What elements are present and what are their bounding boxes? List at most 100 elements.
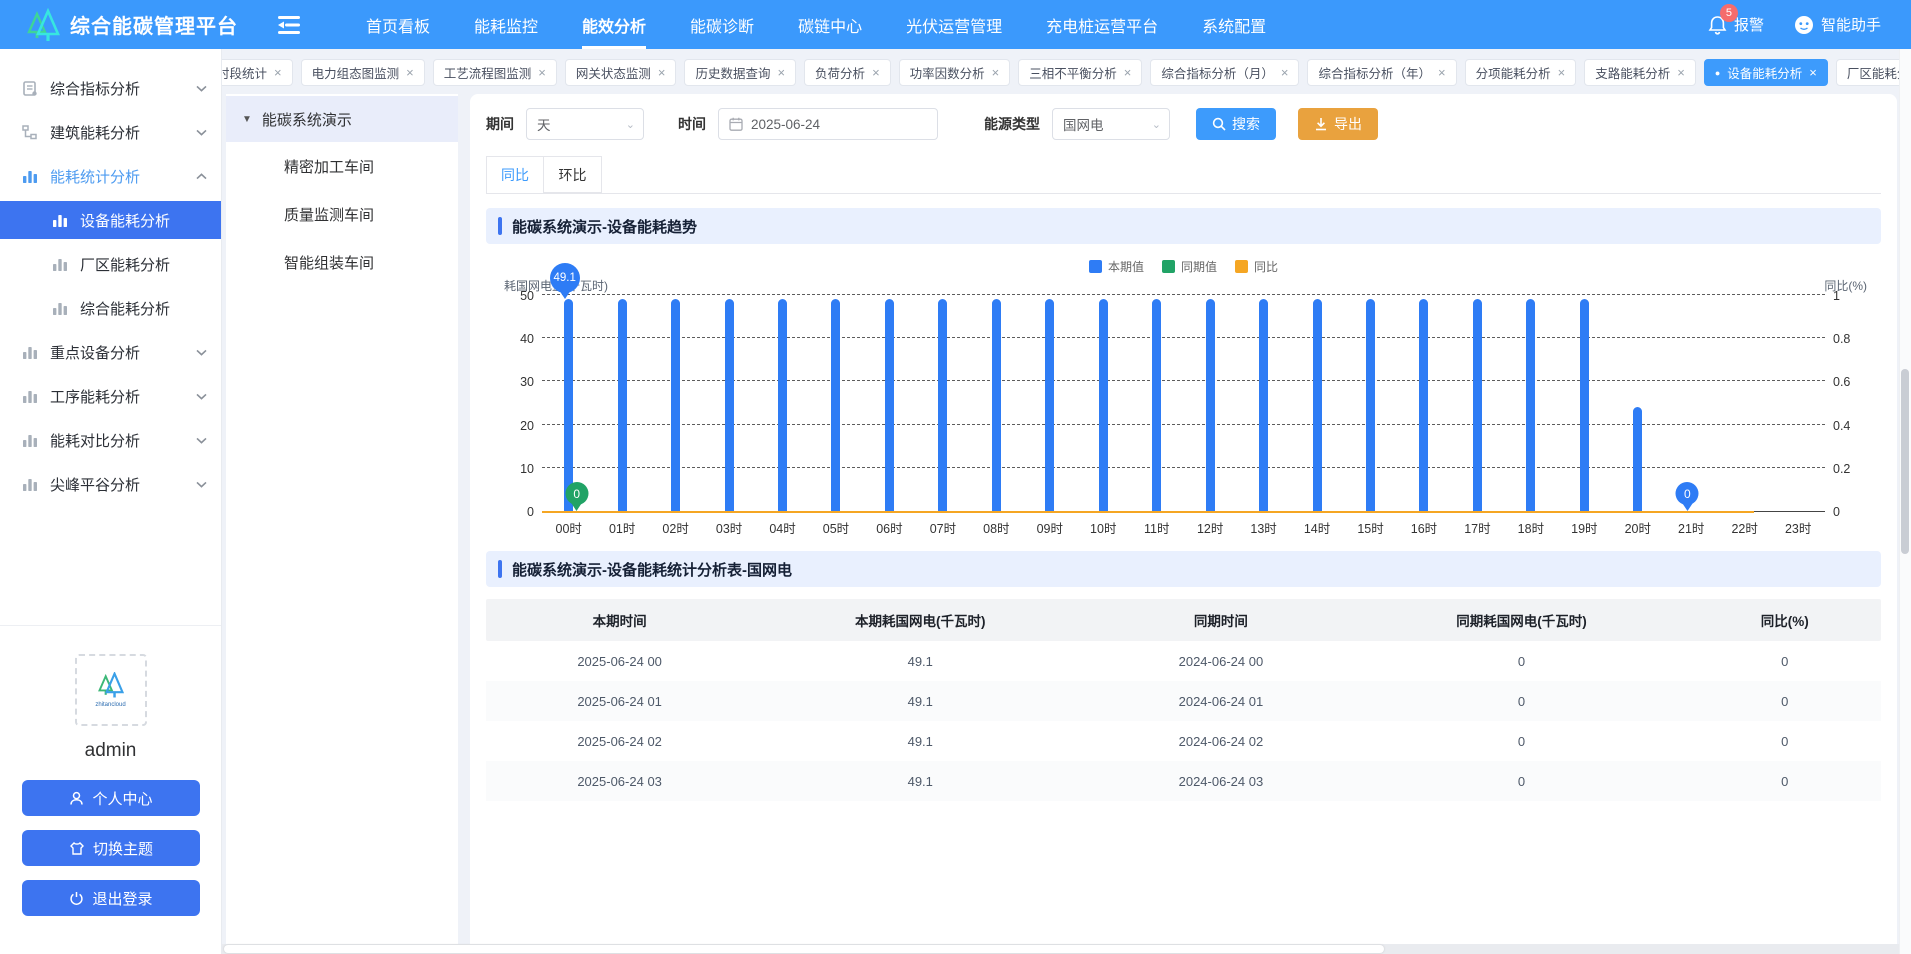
x-tick-label: 19时 bbox=[1558, 518, 1611, 537]
avatar-caption: zhitancloud bbox=[95, 702, 125, 708]
logout-button[interactable]: 退出登录 bbox=[22, 880, 200, 916]
topnav-item-6[interactable]: 光伏运营管理 bbox=[906, 0, 1002, 49]
sidebar-item-2[interactable]: 建筑能耗分析 bbox=[0, 113, 221, 151]
bar-02时[interactable] bbox=[671, 299, 680, 511]
tab-10[interactable]: 综合指标分析（年）× bbox=[1307, 59, 1456, 86]
left-y-axis: 01020304050 bbox=[496, 296, 542, 512]
horizontal-scrollbar[interactable] bbox=[222, 944, 1899, 954]
bar-03时[interactable] bbox=[725, 299, 734, 511]
tree-node-1[interactable]: 精密加工车间 bbox=[226, 142, 458, 190]
horizontal-scrollbar-thumb[interactable] bbox=[224, 945, 1384, 953]
vertical-scrollbar[interactable] bbox=[1899, 49, 1911, 954]
bar-10时[interactable] bbox=[1099, 299, 1108, 511]
tree-node-2[interactable]: 质量监测车间 bbox=[226, 190, 458, 238]
topnav-item-2[interactable]: 能耗监控 bbox=[474, 0, 538, 49]
tab-3[interactable]: 工艺流程图监测× bbox=[433, 59, 557, 86]
table-cell: 2024-06-24 01 bbox=[1087, 694, 1354, 709]
tab-5[interactable]: 历史数据查询× bbox=[684, 59, 796, 86]
topnav-item-3[interactable]: 能效分析 bbox=[582, 0, 646, 49]
chart-plot-area: 49.100 bbox=[542, 296, 1825, 512]
topnav-item-8[interactable]: 系统配置 bbox=[1202, 0, 1266, 49]
legend-swatch bbox=[1089, 260, 1102, 273]
topnav-item-7[interactable]: 充电桩运营平台 bbox=[1046, 0, 1158, 49]
topnav-item-5[interactable]: 碳链中心 bbox=[798, 0, 862, 49]
close-icon[interactable]: × bbox=[1558, 66, 1566, 79]
vertical-scrollbar-thumb[interactable] bbox=[1901, 369, 1909, 554]
tab-13[interactable]: ●设备能耗分析× bbox=[1704, 59, 1828, 86]
tab-6[interactable]: 负荷分析× bbox=[804, 59, 891, 86]
tab-11[interactable]: 分项能耗分析× bbox=[1465, 59, 1577, 86]
bar-19时[interactable] bbox=[1580, 299, 1589, 511]
sidebar-item-7[interactable]: 尖峰平谷分析 bbox=[0, 465, 221, 503]
tab-9[interactable]: 综合指标分析（月）× bbox=[1150, 59, 1299, 86]
bar-15时[interactable] bbox=[1366, 299, 1375, 511]
tab-8[interactable]: 三相不平衡分析× bbox=[1018, 59, 1142, 86]
column-header: 同期耗国网电(千瓦时) bbox=[1355, 610, 1689, 630]
tree-expand-arrow-icon[interactable]: ▼ bbox=[242, 114, 252, 125]
period-select[interactable]: 天 ⌄ bbox=[526, 108, 644, 140]
close-icon[interactable]: × bbox=[274, 66, 282, 79]
x-tick-label: 00时 bbox=[542, 518, 595, 537]
assistant-button[interactable]: 智能助手 bbox=[1794, 14, 1881, 35]
close-icon[interactable]: × bbox=[1281, 66, 1289, 79]
bar-07时[interactable] bbox=[938, 299, 947, 511]
close-icon[interactable]: × bbox=[1438, 66, 1446, 79]
tab-7[interactable]: 功率因数分析× bbox=[899, 59, 1011, 86]
export-button[interactable]: 导出 bbox=[1298, 108, 1378, 140]
legend-本期值[interactable]: 本期值 bbox=[1089, 258, 1144, 275]
bar-05时[interactable] bbox=[831, 299, 840, 511]
bar-09时[interactable] bbox=[1045, 299, 1054, 511]
bar-17时[interactable] bbox=[1473, 299, 1482, 511]
sidebar-subitem-1[interactable]: 设备能耗分析 bbox=[0, 201, 221, 239]
bar-08时[interactable] bbox=[992, 299, 1001, 511]
sidebar-item-6[interactable]: 能耗对比分析 bbox=[0, 421, 221, 459]
close-icon[interactable]: × bbox=[658, 66, 666, 79]
close-icon[interactable]: × bbox=[406, 66, 414, 79]
bar-slot bbox=[702, 296, 755, 511]
tab-1[interactable]: 时段统计× bbox=[222, 59, 293, 86]
tree-node-root[interactable]: ▼ 能碳系统演示 bbox=[226, 96, 458, 142]
bar-04时[interactable] bbox=[778, 299, 787, 511]
topnav-item-1[interactable]: 首页看板 bbox=[366, 0, 430, 49]
bar-14时[interactable] bbox=[1313, 299, 1322, 511]
sidebar-subitem-2[interactable]: 厂区能耗分析 bbox=[0, 245, 221, 283]
menu-collapse-icon[interactable] bbox=[276, 14, 302, 36]
close-icon[interactable]: × bbox=[1677, 66, 1685, 79]
energy-type-select[interactable]: 国网电 ⌄ bbox=[1052, 108, 1170, 140]
profile-button[interactable]: 个人中心 bbox=[22, 780, 200, 816]
bar-20时[interactable] bbox=[1633, 407, 1642, 511]
tab-12[interactable]: 支路能耗分析× bbox=[1584, 59, 1696, 86]
search-button[interactable]: 搜索 bbox=[1196, 108, 1276, 140]
bar-12时[interactable] bbox=[1206, 299, 1215, 511]
sidebar-item-1[interactable]: 综合指标分析 bbox=[0, 69, 221, 107]
sidebar-subitem-3[interactable]: 综合能耗分析 bbox=[0, 289, 221, 327]
bar-11时[interactable] bbox=[1152, 299, 1161, 511]
alarm-button[interactable]: 5 报警 bbox=[1708, 14, 1764, 35]
bar-00时[interactable] bbox=[564, 299, 573, 511]
sidebar-item-4[interactable]: 重点设备分析 bbox=[0, 333, 221, 371]
switch-theme-button[interactable]: 切换主题 bbox=[22, 830, 200, 866]
close-icon[interactable]: × bbox=[538, 66, 546, 79]
close-icon[interactable]: × bbox=[1809, 66, 1817, 79]
legend-同期值[interactable]: 同期值 bbox=[1162, 258, 1217, 275]
chart-legend: 本期值 同期值 同比 bbox=[496, 258, 1871, 275]
bar-16时[interactable] bbox=[1419, 299, 1428, 511]
close-icon[interactable]: × bbox=[1124, 66, 1132, 79]
bar-13时[interactable] bbox=[1259, 299, 1268, 511]
tree-node-3[interactable]: 智能组装车间 bbox=[226, 238, 458, 286]
close-icon[interactable]: × bbox=[777, 66, 785, 79]
date-input[interactable]: 2025-06-24 bbox=[718, 108, 938, 140]
sidebar-item-5[interactable]: 工序能耗分析 bbox=[0, 377, 221, 415]
bar-18时[interactable] bbox=[1526, 299, 1535, 511]
topnav-item-4[interactable]: 能碳诊断 bbox=[690, 0, 754, 49]
close-icon[interactable]: × bbox=[992, 66, 1000, 79]
legend-同比[interactable]: 同比 bbox=[1235, 258, 1278, 275]
compare-tab-2[interactable]: 环比 bbox=[544, 156, 602, 193]
bar-01时[interactable] bbox=[618, 299, 627, 511]
tab-2[interactable]: 电力组态图监测× bbox=[301, 59, 425, 86]
compare-tab-1[interactable]: 同比 bbox=[486, 156, 544, 193]
bar-06时[interactable] bbox=[885, 299, 894, 511]
sidebar-item-3[interactable]: 能耗统计分析 bbox=[0, 157, 221, 195]
tab-4[interactable]: 网关状态监测× bbox=[565, 59, 677, 86]
close-icon[interactable]: × bbox=[872, 66, 880, 79]
